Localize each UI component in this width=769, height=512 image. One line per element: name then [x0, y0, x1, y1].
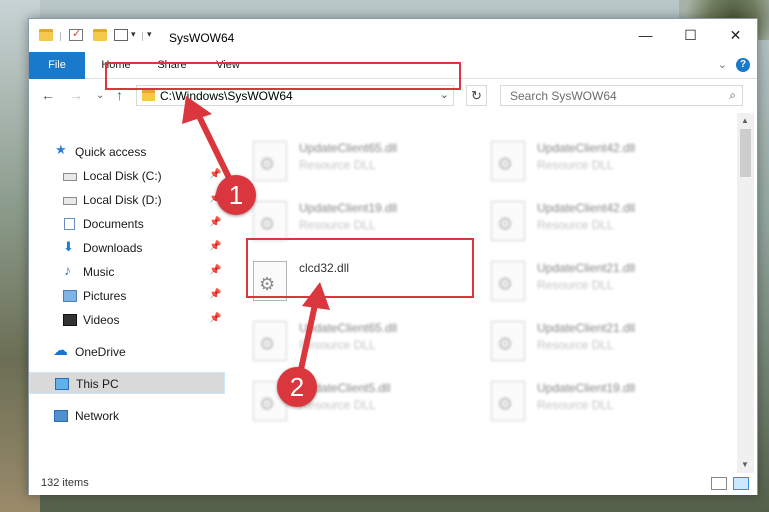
callout-arrow-1 [182, 96, 330, 377]
callout-badge-2: 2 [277, 367, 317, 407]
callout-badge-1: 1 [216, 175, 256, 215]
